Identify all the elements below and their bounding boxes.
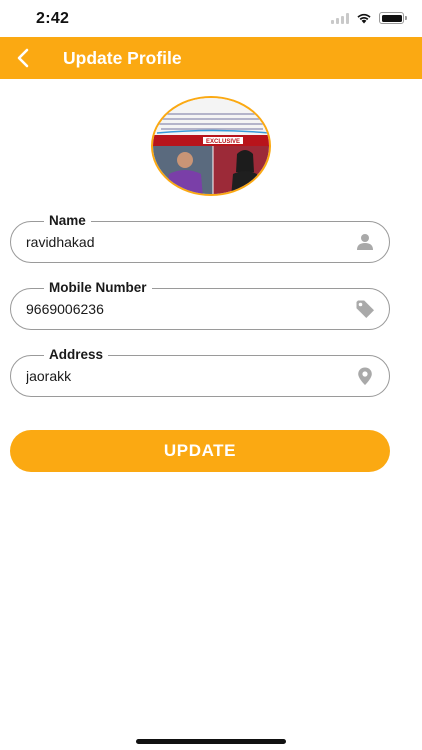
chevron-left-icon [17, 48, 29, 68]
status-bar: 2:42 [0, 0, 422, 36]
page-title: Update Profile [63, 48, 182, 68]
mobile-number-input[interactable] [26, 289, 346, 329]
update-button[interactable]: UPDATE [10, 430, 390, 472]
name-field[interactable]: Name [10, 212, 390, 263]
back-button[interactable] [8, 43, 38, 73]
person-icon [357, 234, 373, 250]
address-field[interactable]: Address [10, 346, 390, 397]
name-input[interactable] [26, 222, 346, 262]
tag-icon [356, 300, 374, 318]
signal-icon [331, 12, 349, 24]
home-indicator [136, 739, 286, 744]
mobile-number-field[interactable]: Mobile Number [10, 279, 390, 330]
battery-icon [379, 12, 407, 24]
location-pin-icon [358, 367, 372, 385]
app-header: Update Profile [0, 37, 422, 79]
status-icons [331, 12, 407, 24]
address-input[interactable] [26, 356, 346, 396]
profile-avatar[interactable]: EXCLUSIVE [151, 96, 271, 196]
wifi-icon [357, 13, 371, 24]
status-time: 2:42 [36, 10, 70, 27]
profile-photo: EXCLUSIVE [153, 98, 269, 194]
photo-caption-exclusive: EXCLUSIVE [206, 139, 240, 145]
